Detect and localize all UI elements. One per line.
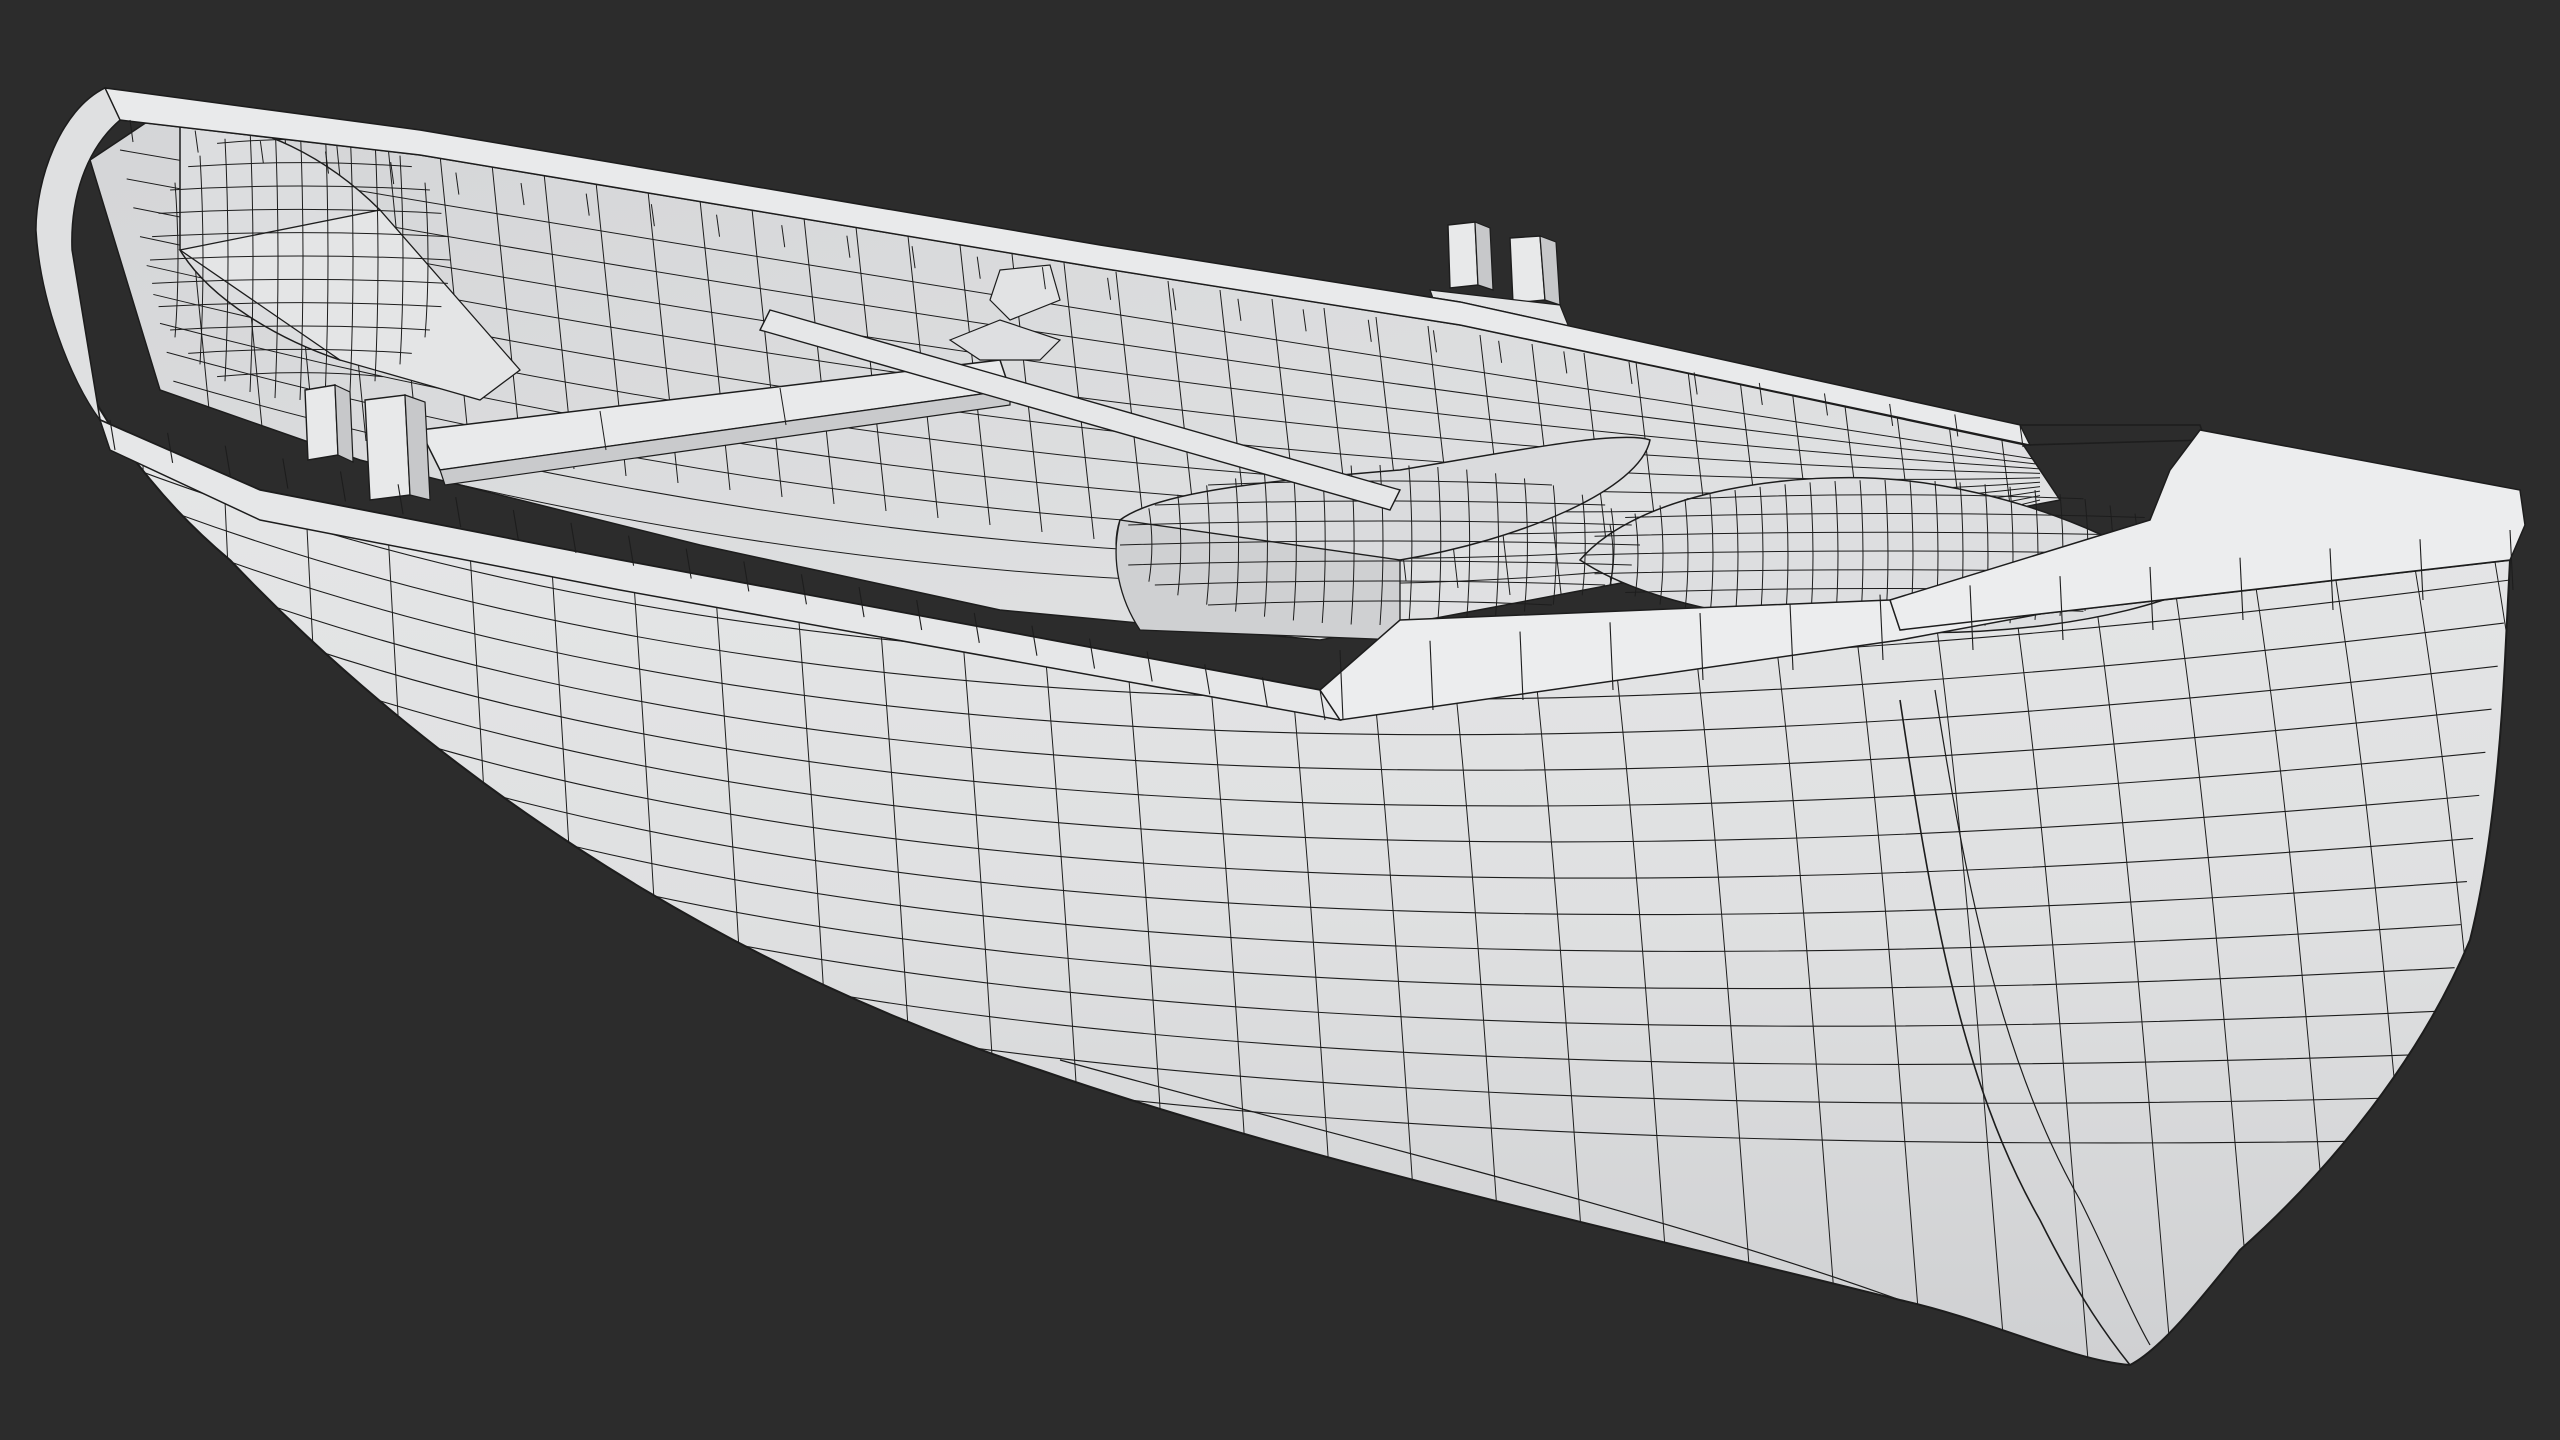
boat-model-render bbox=[35, 87, 2526, 1367]
wire-edge bbox=[282, 458, 289, 489]
stern-cap bbox=[35, 87, 121, 421]
wire-edge bbox=[539, 379, 597, 1365]
wire-edge bbox=[139, 379, 181, 1365]
wire-edge bbox=[512, 509, 519, 541]
wire-edge bbox=[339, 471, 347, 502]
wire-edge bbox=[224, 445, 231, 476]
3d-viewport[interactable] bbox=[0, 0, 2560, 1440]
wire-edge bbox=[570, 522, 577, 553]
wire-edge bbox=[455, 497, 462, 528]
